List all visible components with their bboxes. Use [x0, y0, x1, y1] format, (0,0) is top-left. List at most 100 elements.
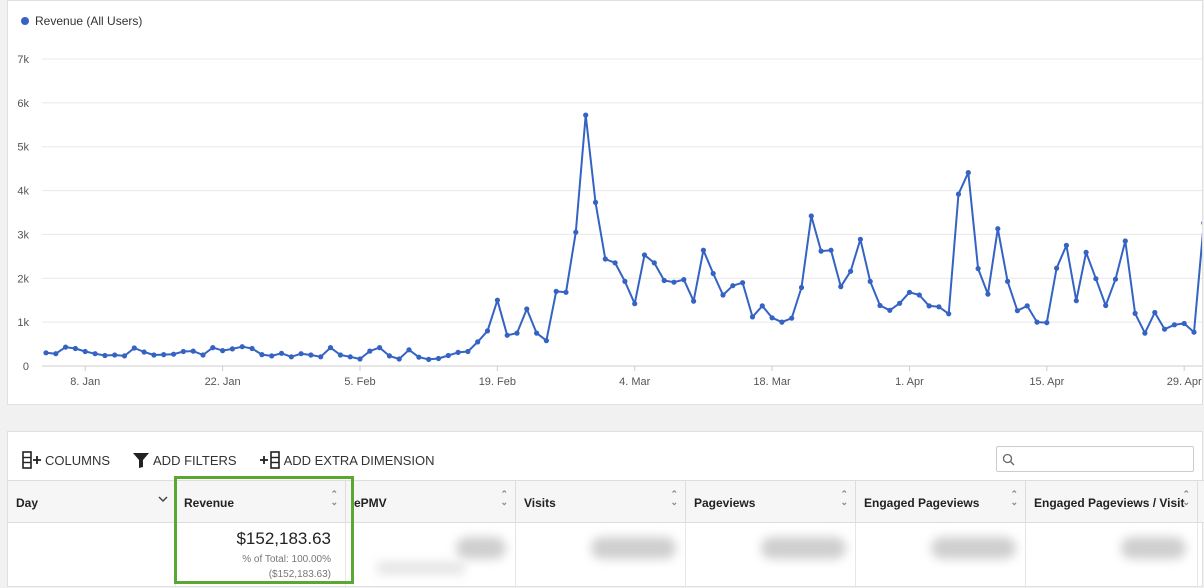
data-point	[946, 311, 952, 317]
data-point	[435, 355, 442, 362]
data-point	[63, 344, 69, 350]
data-point	[180, 348, 186, 355]
data-point	[1181, 320, 1187, 327]
data-point	[200, 352, 206, 358]
x-tick-label: 19. Feb	[479, 376, 516, 388]
data-point	[1142, 330, 1148, 336]
data-point	[730, 283, 736, 289]
blurred-value	[456, 537, 506, 559]
data-point	[151, 352, 157, 358]
data-point	[131, 345, 137, 351]
chevron-down-icon[interactable]	[158, 495, 168, 503]
data-point	[818, 248, 824, 254]
data-point	[514, 330, 520, 336]
data-point	[308, 352, 314, 358]
data-point	[72, 345, 78, 352]
column-header-revenue[interactable]: Revenue ⌃ ⌄	[176, 481, 346, 522]
data-point	[445, 352, 451, 359]
data-point	[769, 315, 775, 321]
column-label-visits: Visits	[524, 496, 556, 510]
data-point	[897, 300, 903, 306]
column-label-engaged-pageviews: Engaged Pageviews	[864, 496, 980, 510]
y-tick-label: 0	[23, 361, 29, 373]
data-point	[1063, 242, 1069, 248]
sort-icon[interactable]: ⌃ ⌄	[500, 490, 508, 507]
search-input[interactable]	[1019, 449, 1193, 471]
data-point	[92, 351, 98, 357]
data-point	[838, 284, 844, 290]
data-point	[1112, 276, 1119, 282]
column-label-engaged-per-visit: Engaged Pageviews / Visit	[1034, 496, 1185, 510]
data-point	[53, 351, 59, 357]
search-icon	[1002, 453, 1015, 466]
blurred-value	[1121, 537, 1186, 559]
x-tick-label: 1. Apr	[895, 376, 924, 388]
data-point	[965, 170, 971, 176]
revenue-percent-of-total: % of Total: 100.00%	[242, 554, 331, 565]
y-tick-label: 2k	[17, 273, 29, 285]
sort-icon[interactable]: ⌃ ⌄	[840, 490, 848, 507]
column-label-revenue: Revenue	[184, 496, 235, 510]
data-point	[985, 291, 991, 297]
add-dimension-button[interactable]: ADD EXTRA DIMENSION	[259, 451, 435, 469]
column-header-day[interactable]: Day	[8, 481, 176, 522]
data-point	[1093, 276, 1099, 282]
data-point	[877, 302, 883, 309]
chart-legend[interactable]: Revenue (All Users)	[21, 14, 142, 28]
x-tick-label: 4. Mar	[619, 376, 651, 388]
y-tick-label: 3k	[17, 229, 29, 241]
data-point	[416, 354, 422, 360]
column-header-engaged-pageviews[interactable]: Engaged Pageviews ⌃ ⌄	[856, 481, 1026, 522]
totals-row: $152,183.63 % of Total: 100.00% ($152,18…	[8, 523, 1204, 588]
data-point	[955, 191, 962, 197]
data-point	[1132, 310, 1138, 316]
column-header-visits[interactable]: Visits ⌃ ⌄	[516, 481, 686, 522]
column-header-engaged-per-visit[interactable]: Engaged Pageviews / Visit ⌃ ⌄	[1026, 481, 1198, 522]
data-point	[475, 339, 481, 345]
data-point	[1103, 302, 1109, 309]
data-point	[1191, 329, 1197, 335]
data-point	[455, 349, 461, 355]
add-filters-button[interactable]: ADD FILTERS	[132, 451, 237, 469]
data-point	[916, 292, 922, 298]
data-point	[887, 307, 893, 313]
table-header: Day Revenue ⌃ ⌄ ePMV ⌃ ⌄ Visits ⌃ ⌄ Pagevie…	[8, 480, 1204, 523]
columns-label: COLUMNS	[45, 452, 111, 468]
data-point	[1083, 249, 1089, 255]
data-point	[651, 260, 657, 266]
table-toolbar: COLUMNS ADD FILTERS ADD EXTRA DIMENSION	[22, 451, 457, 469]
x-tick-label: 15. Apr	[1029, 376, 1064, 388]
legend-label: Revenue (All Users)	[35, 14, 143, 28]
data-point	[926, 303, 932, 309]
data-point	[298, 351, 304, 357]
data-point	[347, 354, 353, 360]
sort-icon[interactable]: ⌃ ⌄	[1010, 490, 1018, 507]
data-point	[1201, 221, 1202, 225]
data-point	[622, 278, 628, 284]
sort-icon[interactable]: ⌃ ⌄	[330, 490, 338, 507]
add-filters-label: ADD FILTERS	[153, 452, 237, 468]
data-point	[632, 301, 638, 307]
columns-button[interactable]: COLUMNS	[22, 451, 110, 469]
search-box[interactable]	[996, 446, 1194, 472]
data-point	[249, 345, 255, 352]
data-point	[377, 345, 383, 351]
data-point	[543, 338, 550, 344]
sort-icon[interactable]: ⌃ ⌄	[670, 490, 678, 507]
x-tick-label: 18. Mar	[753, 376, 791, 388]
column-header-epmv[interactable]: ePMV ⌃ ⌄	[346, 481, 516, 522]
data-point	[720, 292, 726, 298]
data-point	[906, 289, 913, 295]
data-point	[553, 288, 559, 294]
data-point	[112, 352, 118, 358]
x-tick-label: 29. Apr	[1167, 376, 1202, 388]
column-header-pageviews[interactable]: Pageviews ⌃ ⌄	[686, 481, 856, 522]
column-label-epmv: ePMV	[354, 496, 387, 510]
revenue-total-absolute: ($152,183.63)	[268, 569, 331, 580]
add-dimension-label: ADD EXTRA DIMENSION	[283, 452, 435, 468]
sort-icon[interactable]: ⌃ ⌄	[1182, 490, 1190, 507]
data-point	[857, 236, 864, 242]
data-point	[612, 260, 618, 266]
data-point	[259, 352, 265, 358]
data-point	[583, 112, 589, 118]
